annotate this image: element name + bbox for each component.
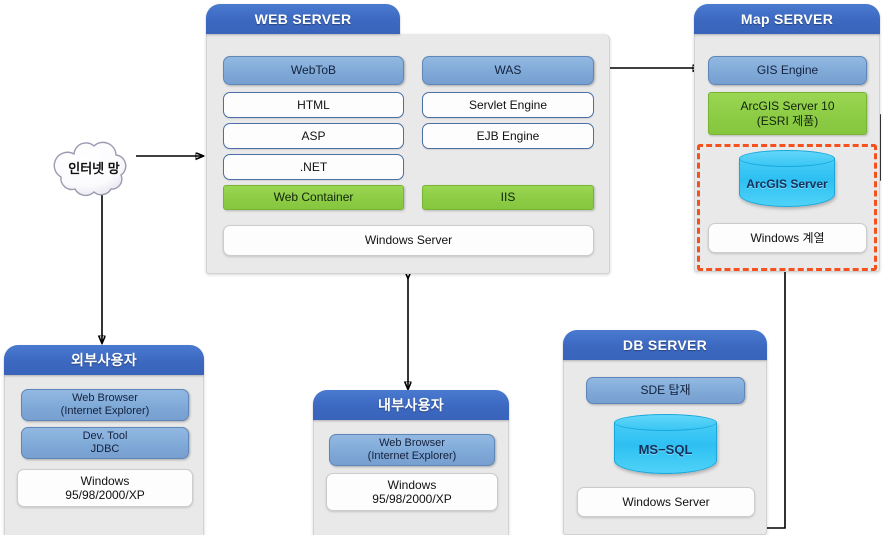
cylinder-top bbox=[614, 414, 717, 431]
external-user-os[interactable]: Windows 95/98/2000/XP bbox=[17, 469, 193, 507]
block-iis[interactable]: IIS bbox=[422, 185, 594, 210]
db-server-panel: DB SERVER SDE 탑재 MS−SQL Windows Server bbox=[563, 330, 767, 535]
map-server-title: Map SERVER bbox=[694, 4, 880, 34]
internal-user-panel: 내부사용자 Web Browser (Internet Explorer) Wi… bbox=[313, 390, 509, 535]
external-user-title: 외부사용자 bbox=[4, 345, 204, 375]
internet-cloud: 인터넷 망 bbox=[44, 136, 144, 200]
external-user-body: Web Browser (Internet Explorer) Dev. Too… bbox=[4, 375, 204, 535]
external-user-panel: 외부사용자 Web Browser (Internet Explorer) De… bbox=[4, 345, 204, 535]
internet-cloud-label: 인터넷 망 bbox=[68, 161, 120, 176]
arcgis-server-database[interactable]: ArcGIS Server bbox=[739, 150, 835, 207]
block-ejb-engine[interactable]: EJB Engine bbox=[422, 123, 594, 149]
block-internal-web-browser[interactable]: Web Browser (Internet Explorer) bbox=[329, 434, 495, 466]
ms-sql-database[interactable]: MS−SQL bbox=[614, 414, 717, 474]
block-sde[interactable]: SDE 탑재 bbox=[586, 377, 745, 404]
db-server-body: SDE 탑재 MS−SQL Windows Server bbox=[563, 360, 767, 535]
web-server-body: WebToB HTML ASP .NET Web Container WAS S… bbox=[206, 34, 610, 274]
web-server-title: WEB SERVER bbox=[206, 4, 400, 34]
block-external-web-browser[interactable]: Web Browser (Internet Explorer) bbox=[21, 389, 189, 421]
block-asp[interactable]: ASP bbox=[223, 123, 404, 149]
diagram-canvas: 인터넷 망 WEB SERVER WebToB HTML ASP .NET We… bbox=[0, 0, 887, 535]
arcgis-server-database-label: ArcGIS Server bbox=[746, 176, 828, 191]
block-gis-engine[interactable]: GIS Engine bbox=[708, 56, 867, 85]
block-web-container[interactable]: Web Container bbox=[223, 185, 404, 210]
block-external-dev-tool[interactable]: Dev. Tool JDBC bbox=[21, 427, 189, 459]
cylinder-top bbox=[739, 150, 835, 167]
map-server-body: GIS Engine ArcGIS Server 10 (ESRI 제품) Ar… bbox=[694, 34, 880, 272]
db-server-title: DB SERVER bbox=[563, 330, 767, 360]
block-servlet-engine[interactable]: Servlet Engine bbox=[422, 92, 594, 118]
map-server-os[interactable]: Windows 계열 bbox=[708, 223, 867, 253]
db-server-os[interactable]: Windows Server bbox=[577, 487, 755, 517]
ms-sql-database-label: MS−SQL bbox=[638, 441, 693, 457]
web-server-os[interactable]: Windows Server bbox=[223, 225, 594, 256]
block-html[interactable]: HTML bbox=[223, 92, 404, 118]
web-server-panel: WEB SERVER WebToB HTML ASP .NET Web Cont… bbox=[206, 4, 610, 274]
internal-user-body: Web Browser (Internet Explorer) Windows … bbox=[313, 420, 509, 535]
internal-user-title: 내부사용자 bbox=[313, 390, 509, 420]
block-was[interactable]: WAS bbox=[422, 56, 594, 85]
block-dotnet[interactable]: .NET bbox=[223, 154, 404, 180]
block-arcgis-server-10[interactable]: ArcGIS Server 10 (ESRI 제품) bbox=[708, 92, 867, 135]
map-server-panel: Map SERVER GIS Engine ArcGIS Server 10 (… bbox=[694, 4, 880, 272]
internal-user-os[interactable]: Windows 95/98/2000/XP bbox=[326, 473, 498, 511]
block-webtob[interactable]: WebToB bbox=[223, 56, 404, 85]
